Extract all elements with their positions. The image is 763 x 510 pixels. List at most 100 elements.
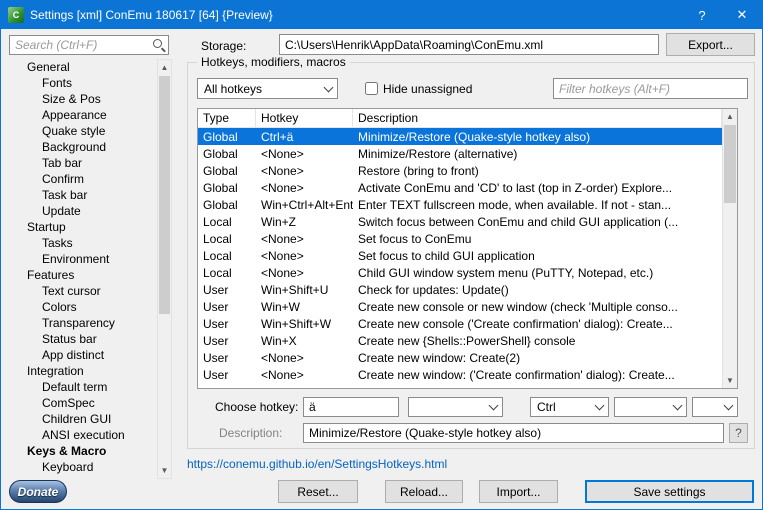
hotkey-cell-description: Create new {Shells::PowerShell} console	[358, 333, 576, 348]
description-label: Description:	[219, 426, 283, 440]
hotkey-row[interactable]: Global Ctrl+ä Minimize/Restore (Quake-styl…	[198, 128, 722, 145]
tree-item-integration[interactable]: Integration	[9, 363, 156, 379]
column-header-description[interactable]: Description	[353, 109, 722, 127]
hotkey-row[interactable]: Local Win+Z Switch focus between ConEmu an…	[198, 213, 722, 230]
import-button[interactable]: Import...	[479, 480, 558, 503]
scroll-up-icon[interactable]: ▲	[158, 60, 171, 75]
tree-item-ansi-execution[interactable]: ANSI execution	[9, 427, 156, 443]
tree-item-app-distinct[interactable]: App distinct	[9, 347, 156, 363]
tree-item-appearance[interactable]: Appearance	[9, 107, 156, 123]
tree-item-keys-macro[interactable]: Keys & Macro	[9, 443, 156, 459]
hotkey-scope-combo[interactable]: All hotkeys	[197, 78, 338, 99]
reset-button[interactable]: Reset...	[278, 480, 358, 503]
table-scrollbar[interactable]: ▲ ▼	[722, 109, 737, 388]
tree-item-tasks[interactable]: Tasks	[9, 235, 156, 251]
hotkey-cell-type: User	[203, 316, 229, 331]
storage-label: Storage:	[201, 39, 247, 53]
description-help-button[interactable]: ?	[729, 423, 748, 443]
search-input[interactable]	[9, 35, 169, 55]
hide-unassigned-checkbox[interactable]	[365, 82, 378, 95]
tree-item-text-cursor[interactable]: Text cursor	[9, 283, 156, 299]
hotkey-cell-hotkey: Win+W	[261, 299, 300, 314]
hotkey-row[interactable]: Local <None> Set focus to child GUI applic…	[198, 247, 722, 264]
hotkey-key-field[interactable]	[303, 397, 399, 417]
hotkey-cell-description: Set focus to child GUI application	[358, 248, 535, 263]
tree-item-default-term[interactable]: Default term	[9, 379, 156, 395]
hotkey-row[interactable]: User Win+Shift+W Create new console ('Crea…	[198, 315, 722, 332]
scroll-down-icon[interactable]: ▼	[723, 373, 737, 388]
export-button[interactable]: Export...	[666, 33, 755, 56]
hotkey-cell-type: Local	[203, 248, 232, 263]
hotkey-row[interactable]: User <None> Create new window: Create(2)	[198, 349, 722, 366]
storage-path-field[interactable]	[279, 34, 659, 55]
hotkey-row[interactable]: Global <None> Activate ConEmu and 'CD' to …	[198, 179, 722, 196]
hotkey-cell-type: Global	[203, 180, 238, 195]
tree-item-fonts[interactable]: Fonts	[9, 75, 156, 91]
window-title: Settings [xml] ConEmu 180617 [64] {Previ…	[30, 8, 273, 22]
tree-item-confirm[interactable]: Confirm	[9, 171, 156, 187]
hotkey-cell-description: Minimize/Restore (Quake-style hotkey als…	[358, 129, 591, 144]
donate-button[interactable]: Donate	[9, 480, 67, 503]
hotkey-key-combo[interactable]	[408, 397, 503, 417]
hide-unassigned-label: Hide unassigned	[383, 82, 473, 96]
tree-item-keyboard[interactable]: Keyboard	[9, 459, 156, 475]
reload-button[interactable]: Reload...	[385, 480, 463, 503]
modifier3-combo[interactable]	[692, 397, 738, 417]
column-header-type[interactable]: Type	[198, 109, 256, 127]
modifier2-combo[interactable]	[614, 397, 687, 417]
tree-item-environment[interactable]: Environment	[9, 251, 156, 267]
hotkey-cell-hotkey: <None>	[261, 163, 304, 178]
tree-item-features[interactable]: Features	[9, 267, 156, 283]
scroll-up-icon[interactable]: ▲	[723, 109, 737, 124]
tree-item-children-gui[interactable]: Children GUI	[9, 411, 156, 427]
hotkey-cell-type: User	[203, 367, 229, 382]
tree-item-update[interactable]: Update	[9, 203, 156, 219]
scroll-down-icon[interactable]: ▼	[158, 463, 171, 478]
settings-window: C Settings [xml] ConEmu 180617 [64] {Pre…	[0, 0, 763, 510]
column-header-hotkey[interactable]: Hotkey	[256, 109, 353, 127]
hotkey-cell-description: Set focus to ConEmu	[358, 231, 472, 246]
scrollbar-thumb[interactable]	[724, 125, 736, 203]
hotkey-row[interactable]: Local <None> Set focus to ConEmu	[198, 230, 722, 247]
tree-item-general[interactable]: General	[9, 59, 156, 75]
hotkey-cell-type: User	[203, 350, 229, 365]
hotkey-row[interactable]: Local <None> Child GUI window system menu …	[198, 264, 722, 281]
hotkey-cell-type: Local	[203, 265, 232, 280]
close-button[interactable]: ✕	[722, 1, 762, 29]
hotkey-filter-input[interactable]	[553, 78, 748, 99]
hotkey-row[interactable]: Global <None> Restore (bring to front)	[198, 162, 722, 179]
hotkey-cell-type: Global	[203, 129, 238, 144]
table-header: Type Hotkey Description	[198, 109, 722, 128]
tree-scrollbar[interactable]: ▲ ▼	[157, 59, 172, 479]
hotkey-row[interactable]: User Win+Shift+U Check for updates: Update…	[198, 281, 722, 298]
description-field[interactable]	[303, 423, 724, 443]
hotkey-cell-hotkey: Win+Shift+U	[261, 282, 329, 297]
tree-item-task-bar[interactable]: Task bar	[9, 187, 156, 203]
tree-item-quake-style[interactable]: Quake style	[9, 123, 156, 139]
settings-docs-link[interactable]: https://conemu.github.io/en/SettingsHotk…	[187, 457, 447, 471]
hotkey-row[interactable]: User Win+W Create new console or new windo…	[198, 298, 722, 315]
tree-item-startup[interactable]: Startup	[9, 219, 156, 235]
hotkey-cell-description: Check for updates: Update()	[358, 282, 509, 297]
hotkey-cell-hotkey: Win+Shift+W	[261, 316, 332, 331]
modifier1-combo[interactable]: Ctrl	[530, 397, 609, 417]
tree-item-comspec[interactable]: ComSpec	[9, 395, 156, 411]
tree-item-colors[interactable]: Colors	[9, 299, 156, 315]
chevron-down-icon	[590, 398, 608, 416]
hotkey-row[interactable]: Global <None> Minimize/Restore (alternativ…	[198, 145, 722, 162]
hotkey-row[interactable]: Global Win+Ctrl+Alt+Enter Enter TEXT fulls…	[198, 196, 722, 213]
save-settings-button[interactable]: Save settings	[585, 480, 754, 503]
help-button[interactable]: ?	[682, 1, 722, 29]
tree-item-background[interactable]: Background	[9, 139, 156, 155]
tree-item-transparency[interactable]: Transparency	[9, 315, 156, 331]
tree-item-tab-bar[interactable]: Tab bar	[9, 155, 156, 171]
hotkey-row[interactable]: User Win+X Create new {Shells::PowerShell}…	[198, 332, 722, 349]
hotkey-cell-type: User	[203, 299, 229, 314]
hotkey-cell-hotkey: Win+Z	[261, 214, 297, 229]
hotkey-row[interactable]: User <None> Create new window: ('Create co…	[198, 366, 722, 383]
search-box	[9, 35, 169, 55]
combo-value: Ctrl	[537, 400, 556, 414]
tree-item-size-pos[interactable]: Size & Pos	[9, 91, 156, 107]
scrollbar-thumb[interactable]	[159, 76, 170, 314]
tree-item-status-bar[interactable]: Status bar	[9, 331, 156, 347]
